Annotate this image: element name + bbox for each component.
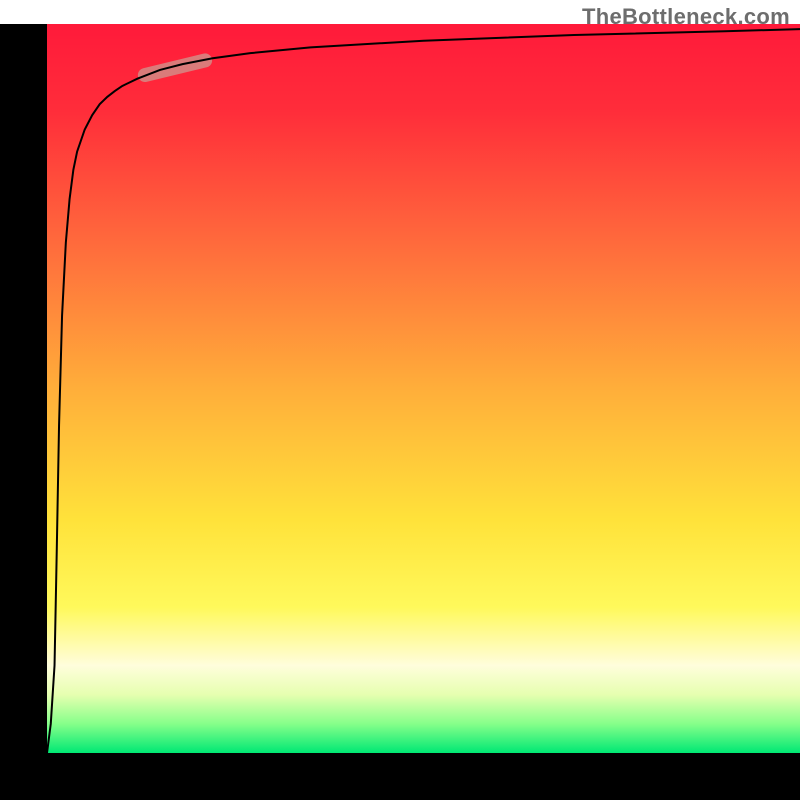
watermark-text: TheBottleneck.com xyxy=(582,4,790,30)
chart-container: TheBottleneck.com xyxy=(0,0,800,800)
frame-bottom-band xyxy=(0,753,800,800)
frame-left-band xyxy=(0,24,47,800)
bottleneck-chart xyxy=(0,0,800,800)
plot-gradient-background xyxy=(47,24,800,753)
